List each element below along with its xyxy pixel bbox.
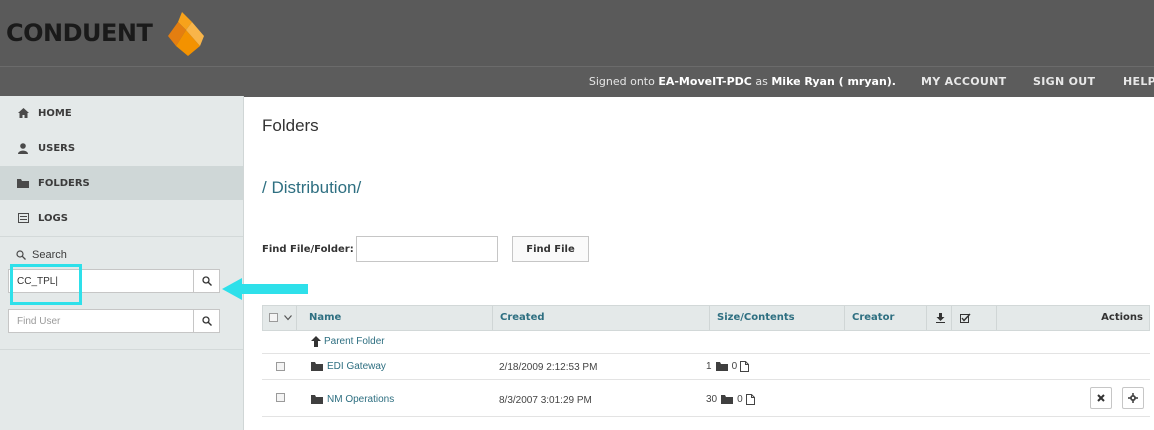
sign-out-link[interactable]: SIGN OUT [1033, 75, 1095, 88]
sidebar-item-label: FOLDERS [38, 177, 90, 189]
column-divider [951, 306, 952, 330]
sidebar-item-label: LOGS [38, 212, 68, 224]
search-icon [201, 316, 212, 326]
search-heading: Search [16, 249, 67, 261]
my-account-link[interactable]: MY ACCOUNT [921, 75, 1006, 88]
find-user-button[interactable] [193, 310, 219, 332]
signed-prefix: Signed onto [588, 75, 659, 88]
annotation-arrow-icon [222, 278, 308, 300]
user-search-box [8, 309, 220, 333]
folder-link[interactable]: EDI Gateway [311, 361, 386, 372]
annotation-highlight-box [10, 264, 82, 305]
file-icon [745, 394, 755, 405]
column-header-name[interactable]: Name [309, 306, 341, 330]
column-divider [296, 306, 297, 330]
sidebar-item-logs[interactable]: LOGS [0, 201, 243, 235]
sidebar-item-label: USERS [38, 142, 76, 154]
search-label-text: Search [32, 249, 67, 261]
find-user-input[interactable] [9, 310, 193, 332]
column-header-creator[interactable]: Creator [852, 306, 894, 330]
search-icon [16, 250, 26, 260]
created-date: 8/3/2007 3:01:29 PM [499, 395, 592, 406]
column-divider [844, 306, 845, 330]
settings-button[interactable] [1122, 387, 1144, 409]
arrow-up-icon [311, 336, 321, 347]
find-file-input[interactable] [356, 236, 498, 262]
column-divider [492, 306, 493, 330]
folder-icon [721, 395, 734, 404]
folder-icon [715, 362, 728, 371]
host-name: EA-MoveIT-PDC [658, 75, 752, 88]
close-icon [1097, 394, 1105, 402]
sidebar-item-users[interactable]: USERS [0, 131, 243, 165]
checkbox-checked-icon[interactable] [960, 313, 971, 324]
logo-text: CONDUENT [6, 19, 153, 47]
folder-link[interactable]: NM Operations [311, 394, 394, 405]
gear-icon [1128, 393, 1138, 403]
column-divider [926, 306, 927, 330]
column-header-size[interactable]: Size/Contents [717, 306, 795, 330]
find-file-button[interactable]: Find File [512, 236, 589, 262]
size-contents: 1 0 [706, 361, 750, 372]
download-icon[interactable] [936, 313, 945, 323]
help-link[interactable]: HELP [1123, 75, 1154, 88]
sidebar-item-folders[interactable]: FOLDERS [0, 166, 243, 200]
folder-count: 30 [706, 394, 718, 405]
sidebar-item-home[interactable]: HOME [0, 96, 243, 130]
row-checkbox[interactable] [276, 362, 285, 371]
sidebar-divider [0, 349, 243, 350]
folder-icon [311, 395, 323, 404]
table-row: EDI Gateway 2/18/2009 2:12:53 PM 1 0 [262, 354, 1150, 380]
folder-search-button[interactable] [193, 270, 219, 292]
sidebar-divider [0, 236, 243, 237]
file-icon [740, 361, 750, 372]
page-title: Folders [262, 116, 319, 135]
column-header-actions: Actions [1101, 312, 1143, 323]
folder-path: / Distribution/ [262, 178, 362, 197]
delete-button[interactable] [1090, 387, 1112, 409]
top-header: CONDUENT [0, 0, 1154, 66]
find-file-label: Find File/Folder: [262, 244, 354, 255]
table-header: Name Created Size/Contents Creator Actio… [262, 305, 1150, 331]
select-all-checkbox[interactable] [269, 313, 278, 322]
user-name: Mike Ryan ( mryan). [771, 75, 896, 88]
parent-folder-label: Parent Folder [324, 336, 385, 347]
list-icon [16, 213, 30, 223]
conduent-logo[interactable]: CONDUENT [6, 8, 208, 58]
created-date: 2/18/2009 2:12:53 PM [499, 362, 598, 373]
file-count: 0 [737, 394, 743, 405]
signed-mid: as [751, 75, 772, 88]
file-count: 0 [731, 361, 738, 372]
row-checkbox[interactable] [276, 393, 285, 402]
size-contents: 30 0 [706, 394, 755, 405]
table-row: NM Operations 8/3/2007 3:01:29 PM 30 0 [262, 380, 1150, 417]
logo-mark-icon [168, 12, 205, 56]
folder-name: NM Operations [327, 394, 395, 405]
search-icon [201, 276, 212, 286]
parent-folder-link[interactable]: Parent Folder [311, 336, 385, 347]
sidebar-item-label: HOME [38, 107, 72, 119]
parent-folder-row: Parent Folder [262, 331, 1150, 354]
folder-name: EDI Gateway [327, 361, 386, 372]
folder-count: 1 [706, 361, 712, 372]
signed-on-status: Signed onto EA-MoveIT-PDC as Mike Ryan (… [589, 75, 896, 88]
column-header-created[interactable]: Created [500, 306, 545, 330]
column-divider [996, 306, 997, 330]
chevron-down-icon[interactable] [284, 315, 292, 321]
user-icon [16, 142, 30, 154]
nav-bar: Signed onto EA-MoveIT-PDC as Mike Ryan (… [0, 66, 1154, 97]
folder-icon [311, 362, 323, 371]
sidebar: HOME USERS FOLDERS LOGS Search [0, 96, 244, 430]
home-icon [16, 108, 30, 118]
column-divider [709, 306, 710, 330]
folder-icon [16, 178, 30, 188]
